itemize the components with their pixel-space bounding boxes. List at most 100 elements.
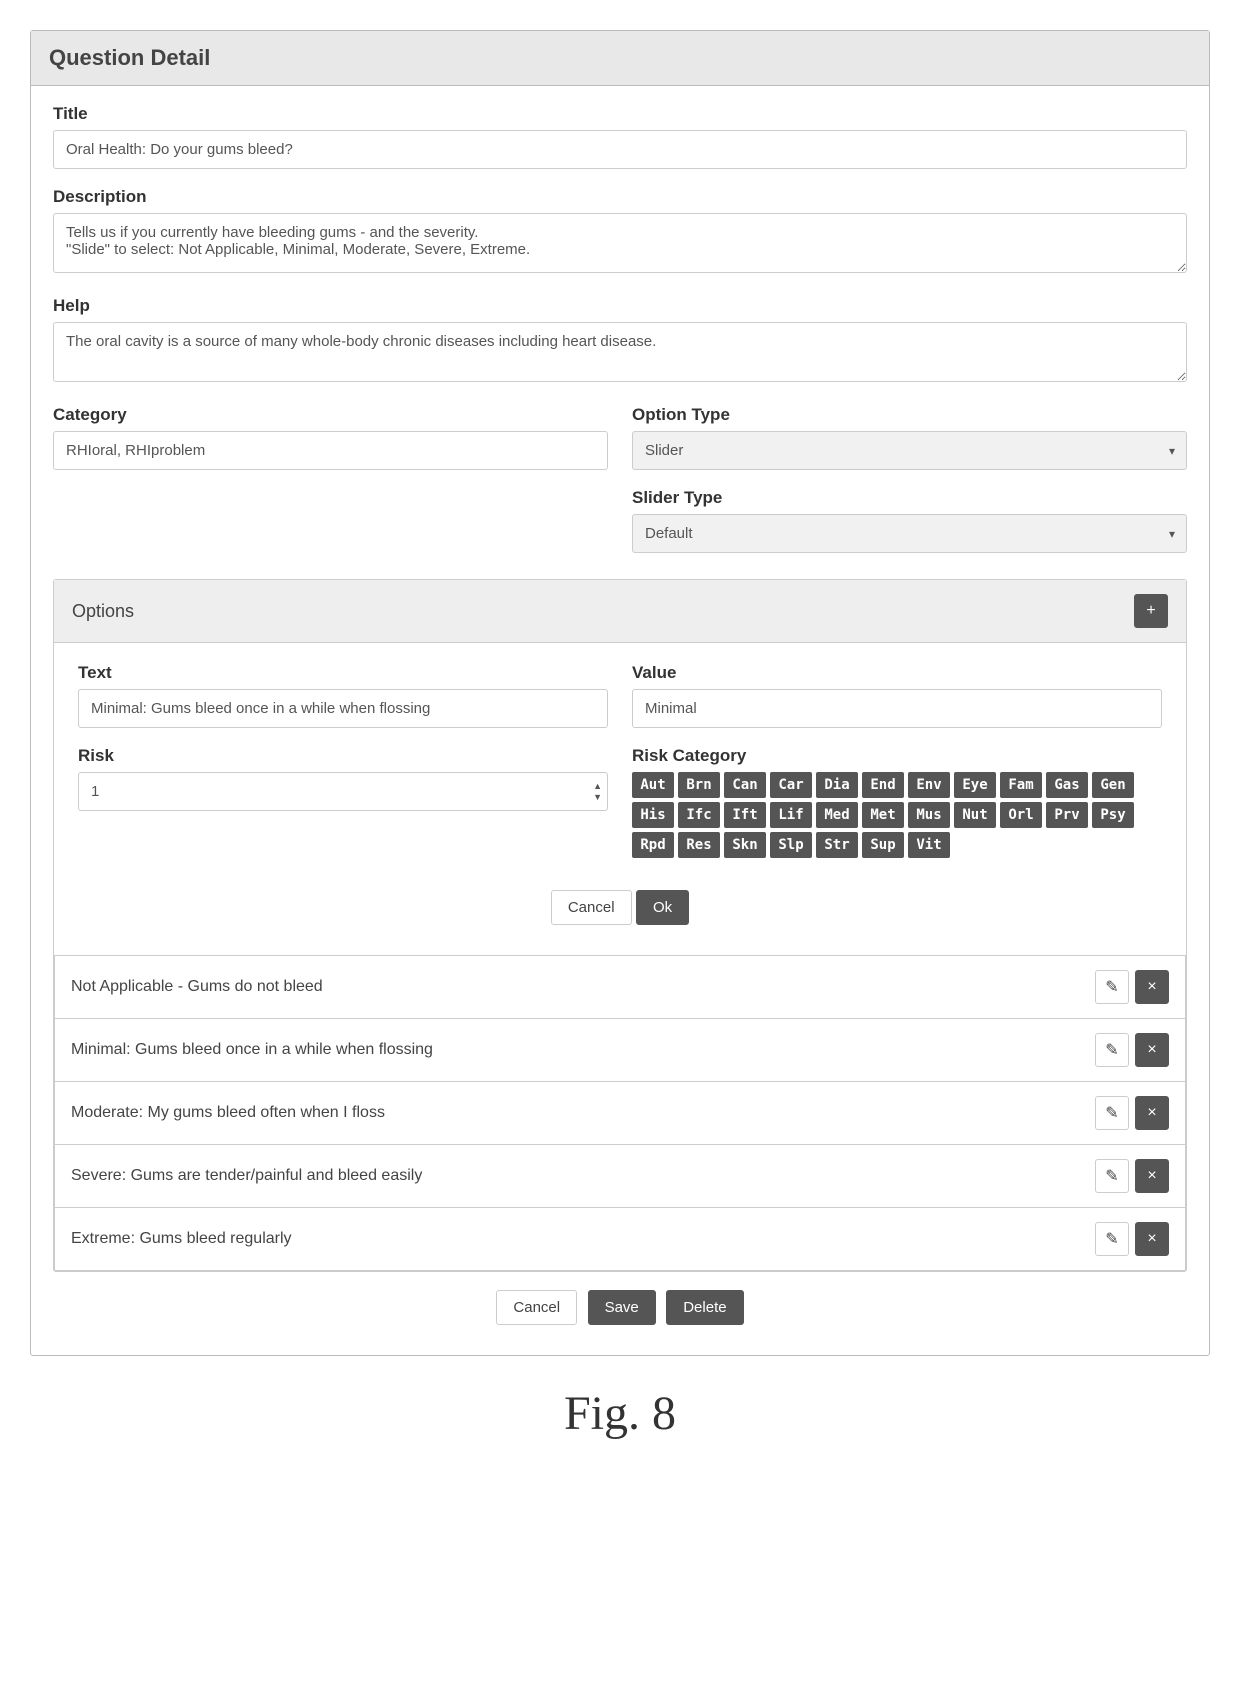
option-row-label: Extreme: Gums bleed regularly [71,1230,292,1248]
risk-tag[interactable]: Ift [724,802,766,828]
risk-tag[interactable]: Orl [1000,802,1042,828]
field-description: Description [53,187,1187,278]
input-option-value[interactable] [632,689,1162,728]
option-row-label: Moderate: My gums bleed often when I flo… [71,1104,385,1122]
edit-icon: ✎ [1105,1040,1118,1060]
edit-option-button[interactable]: ✎ [1095,1033,1129,1067]
risk-tag[interactable]: Skn [724,832,766,858]
option-row-label: Minimal: Gums bleed once in a while when… [71,1041,433,1059]
edit-icon: ✎ [1105,977,1118,997]
edit-option-button[interactable]: ✎ [1095,1159,1129,1193]
risk-tag[interactable]: Can [724,772,766,798]
chevron-down-icon[interactable]: ▼ [591,792,604,803]
label-help: Help [53,296,1187,316]
label-slider-type: Slider Type [632,488,1187,508]
textarea-description[interactable] [53,213,1187,273]
delete-option-button[interactable]: × [1135,1033,1169,1067]
risk-tag[interactable]: Fam [1000,772,1042,798]
risk-tag[interactable]: Mus [908,802,950,828]
chevron-up-icon[interactable]: ▲ [591,781,604,792]
options-list: Not Applicable - Gums do not bleed✎×Mini… [54,955,1186,1271]
footer-delete-button[interactable]: Delete [666,1290,743,1325]
plus-icon: + [1146,602,1155,620]
option-cancel-button[interactable]: Cancel [551,890,632,925]
risk-tag[interactable]: Gen [1092,772,1134,798]
risk-stepper[interactable]: ▲ ▼ [591,781,604,803]
risk-tag[interactable]: Rpd [632,832,674,858]
panel-title: Question Detail [31,31,1209,86]
label-title: Title [53,104,1187,124]
risk-tag[interactable]: His [632,802,674,828]
close-icon: × [1147,978,1156,996]
risk-tag[interactable]: Brn [678,772,720,798]
footer-cancel-button[interactable]: Cancel [496,1290,577,1325]
input-title[interactable] [53,130,1187,169]
field-category: Category [53,405,608,470]
risk-tag[interactable]: Aut [632,772,674,798]
select-option-type[interactable]: Slider [632,431,1187,470]
risk-tag[interactable]: Nut [954,802,996,828]
field-help: Help [53,296,1187,387]
option-row-actions: ✎× [1095,1159,1169,1193]
label-option-type: Option Type [632,405,1187,425]
option-ok-button[interactable]: Ok [636,890,689,925]
risk-tag[interactable]: Car [770,772,812,798]
edit-icon: ✎ [1105,1103,1118,1123]
add-option-button[interactable]: + [1134,594,1168,628]
option-row-label: Not Applicable - Gums do not bleed [71,978,323,996]
risk-tag[interactable]: Met [862,802,904,828]
delete-option-button[interactable]: × [1135,1159,1169,1193]
risk-tag[interactable]: End [862,772,904,798]
label-description: Description [53,187,1187,207]
option-row: Extreme: Gums bleed regularly✎× [54,1208,1186,1271]
options-header: Options + [54,580,1186,643]
option-row-actions: ✎× [1095,970,1169,1004]
risk-tag[interactable]: Psy [1092,802,1134,828]
risk-tag[interactable]: Slp [770,832,812,858]
edit-option-button[interactable]: ✎ [1095,970,1129,1004]
footer-actions: Cancel Save Delete [53,1272,1187,1345]
risk-tag[interactable]: Eye [954,772,996,798]
field-risk: Risk ▲ ▼ [78,746,608,811]
option-row: Minimal: Gums bleed once in a while when… [54,1019,1186,1082]
edit-option-button[interactable]: ✎ [1095,1096,1129,1130]
option-row-actions: ✎× [1095,1096,1169,1130]
option-row: Moderate: My gums bleed often when I flo… [54,1082,1186,1145]
option-row-actions: ✎× [1095,1222,1169,1256]
risk-category-tags: AutBrnCanCarDiaEndEnvEyeFamGasGen HisIfcI… [632,772,1162,858]
option-row-label: Severe: Gums are tender/painful and blee… [71,1167,422,1185]
risk-tag[interactable]: Dia [816,772,858,798]
label-risk: Risk [78,746,608,766]
risk-tag[interactable]: Gas [1046,772,1088,798]
label-risk-category: Risk Category [632,746,1162,766]
delete-option-button[interactable]: × [1135,1222,1169,1256]
risk-tag[interactable]: Vit [908,832,950,858]
risk-tag[interactable]: Sup [862,832,904,858]
edit-icon: ✎ [1105,1229,1118,1249]
risk-tag[interactable]: Str [816,832,858,858]
close-icon: × [1147,1104,1156,1122]
close-icon: × [1147,1041,1156,1059]
risk-tag[interactable]: Ifc [678,802,720,828]
edit-option-button[interactable]: ✎ [1095,1222,1129,1256]
risk-tag[interactable]: Res [678,832,720,858]
input-category[interactable] [53,431,608,470]
options-title: Options [72,601,134,622]
edit-icon: ✎ [1105,1166,1118,1186]
risk-tag[interactable]: Lif [770,802,812,828]
field-risk-category: Risk Category AutBrnCanCarDiaEndEnvEyeFa… [632,746,1162,858]
panel-body: Title Description Help Category Option T… [31,86,1209,1355]
delete-option-button[interactable]: × [1135,970,1169,1004]
field-option-value: Value [632,663,1162,728]
delete-option-button[interactable]: × [1135,1096,1169,1130]
option-row: Not Applicable - Gums do not bleed✎× [54,955,1186,1019]
risk-tag[interactable]: Med [816,802,858,828]
risk-tag[interactable]: Prv [1046,802,1088,828]
input-option-text[interactable] [78,689,608,728]
input-risk[interactable] [78,772,608,811]
risk-tag[interactable]: Env [908,772,950,798]
select-slider-type[interactable]: Default [632,514,1187,553]
question-detail-panel: Question Detail Title Description Help C… [30,30,1210,1356]
footer-save-button[interactable]: Save [588,1290,656,1325]
textarea-help[interactable] [53,322,1187,382]
